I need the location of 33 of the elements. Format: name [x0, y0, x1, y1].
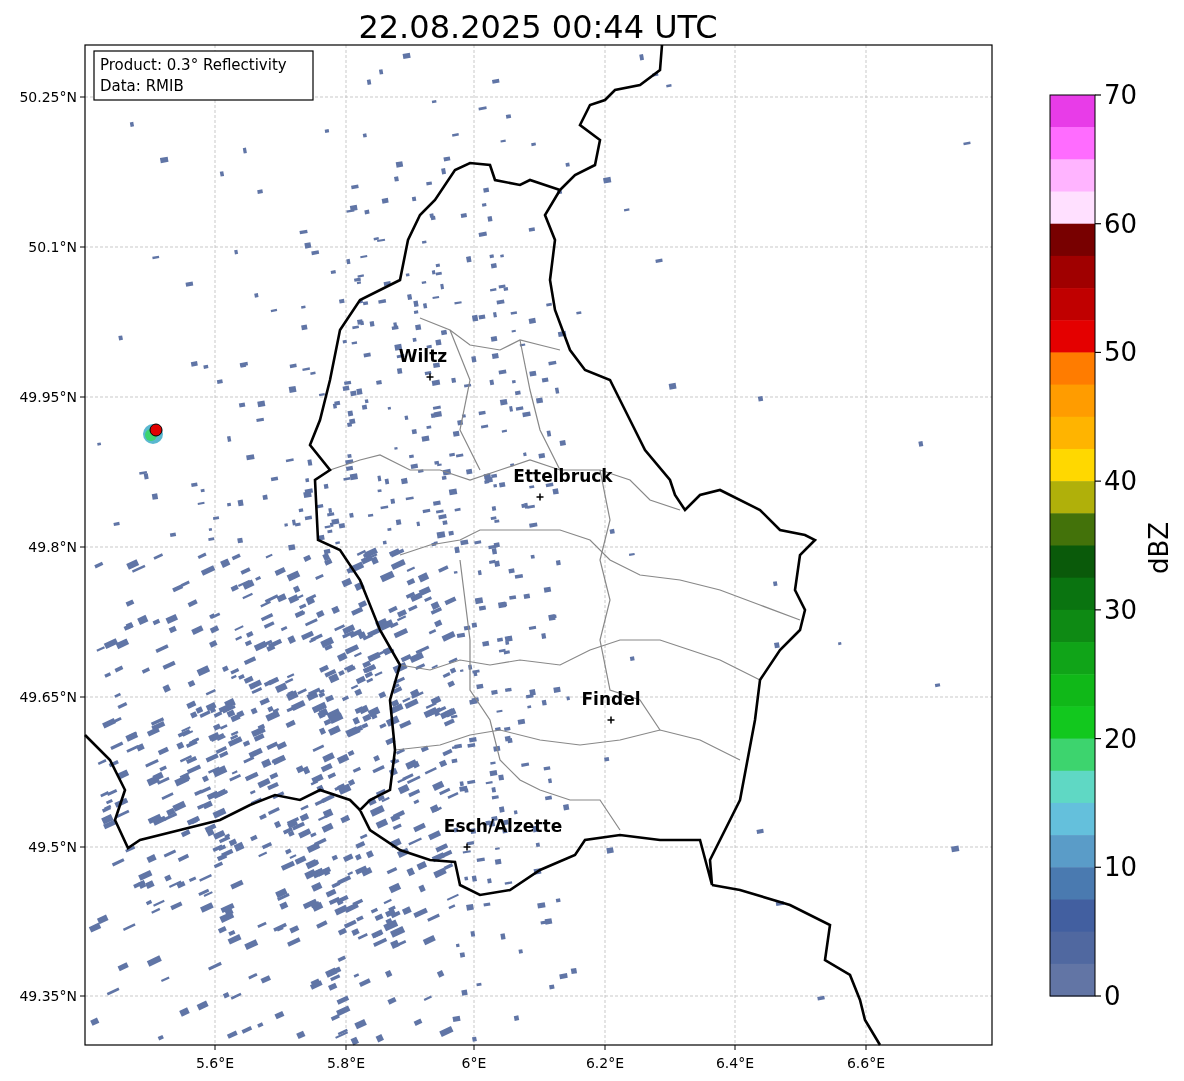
- latitude-label: 49.65°N: [19, 689, 77, 705]
- colorbar-tick-label: 60: [1104, 208, 1138, 239]
- info-text: Data: RMIB: [100, 77, 184, 95]
- colorbar-tick-label: 30: [1104, 594, 1138, 625]
- latitude-label: 49.95°N: [19, 389, 77, 405]
- chart-title: 22.08.2025 00:44 UTC: [358, 8, 718, 46]
- longitude-label: 6.4°E: [715, 1055, 755, 1071]
- colorbar-tick-label: 70: [1104, 80, 1138, 110]
- city-marker-icon: [606, 715, 616, 725]
- city-marker-icon: [535, 492, 545, 502]
- colorbar-tick-label: 50: [1104, 337, 1138, 368]
- city-marker-icon: [462, 842, 472, 852]
- city-marker-icon: [425, 372, 435, 382]
- city-label: Findel: [581, 689, 641, 709]
- latitude-label: 49.35°N: [19, 988, 77, 1004]
- colorbar-tick-label: 0: [1104, 981, 1121, 1011]
- colorbar-tick-label: 40: [1104, 466, 1138, 497]
- latitude-label: 50.1°N: [28, 239, 77, 255]
- colorbar-tick-label: 10: [1104, 852, 1138, 883]
- info-text: Product: 0.3° Reflectivity: [100, 56, 287, 74]
- city-label: Wiltz: [398, 346, 448, 366]
- latitude-label: 49.5°N: [28, 839, 77, 855]
- longitude-label: 6°E: [461, 1055, 487, 1071]
- colorbar-label: dBZ: [1144, 521, 1174, 575]
- longitude-label: 5.8°E: [326, 1055, 366, 1071]
- latitude-label: 49.8°N: [28, 539, 77, 555]
- longitude-label: 5.6°E: [195, 1055, 235, 1071]
- longitude-label: 6.6°E: [846, 1055, 886, 1071]
- latitude-label: 50.25°N: [19, 89, 77, 105]
- longitude-label: 6.2°E: [585, 1055, 625, 1071]
- colorbar-tick-label: 20: [1104, 723, 1138, 754]
- city-label: Ettelbruck: [513, 466, 613, 486]
- radar-site-drawing: [143, 423, 163, 444]
